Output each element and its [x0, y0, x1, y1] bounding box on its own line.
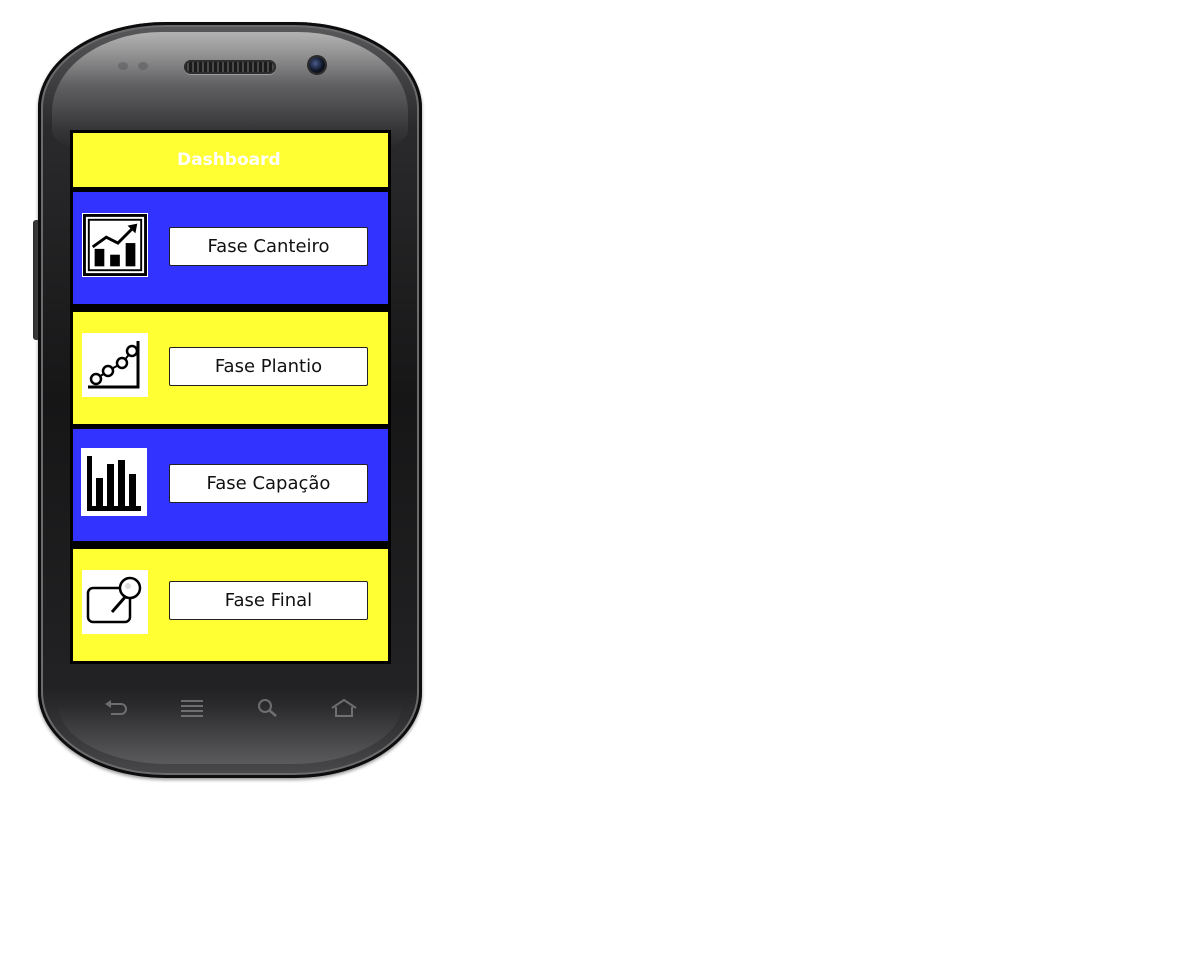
fase-canteiro-button[interactable]: Fase Canteiro — [169, 227, 368, 266]
navigation-bar — [70, 688, 391, 728]
tile-fase-plantio: Fase Plantio — [73, 312, 388, 424]
bar-chart-icon[interactable] — [81, 448, 147, 516]
menu-icon[interactable] — [177, 696, 207, 720]
trending-up-chart-icon[interactable] — [82, 213, 148, 277]
dashboard-header: Dashboard — [73, 133, 388, 187]
page-title: Dashboard — [177, 150, 281, 170]
tile-fase-canteiro: Fase Canteiro — [73, 192, 388, 304]
fase-plantio-button[interactable]: Fase Plantio — [169, 347, 368, 386]
fase-final-button[interactable]: Fase Final — [169, 581, 368, 620]
earpiece-speaker — [184, 60, 276, 74]
proximity-sensor — [118, 62, 128, 70]
fase-capacao-button[interactable]: Fase Capação — [169, 464, 368, 503]
phone-screen: Dashboard Fase Canteiro Fase Plantio Fas… — [70, 130, 391, 664]
search-icon[interactable] — [253, 696, 283, 720]
home-icon[interactable] — [329, 696, 359, 720]
tile-fase-capacao: Fase Capação — [73, 429, 388, 541]
back-icon[interactable] — [101, 696, 131, 720]
pin-note-icon[interactable] — [82, 570, 148, 634]
line-graph-icon[interactable] — [82, 333, 148, 397]
light-sensor — [138, 62, 148, 70]
tile-fase-final: Fase Final — [73, 549, 388, 661]
front-camera-icon — [309, 57, 325, 73]
